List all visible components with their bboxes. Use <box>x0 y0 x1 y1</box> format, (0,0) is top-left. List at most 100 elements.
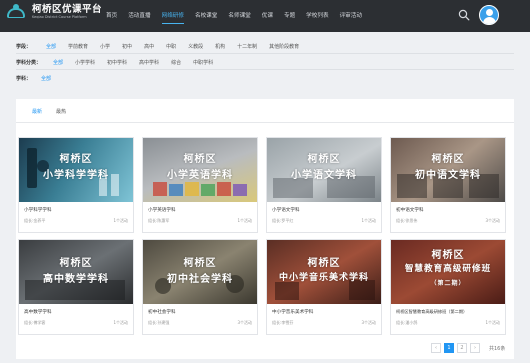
tab-divider <box>16 122 514 123</box>
thumb-title-line1: 柯桥区 <box>431 154 465 165</box>
search-icon[interactable] <box>458 9 470 21</box>
next-page-button[interactable]: › <box>470 343 480 353</box>
activity-count: 1个活动 <box>485 320 500 325</box>
course-thumbnail: 柯桥区 高中数学学科 <box>19 240 133 304</box>
brand-subtitle: Keqiao District Course Platform <box>32 15 87 19</box>
course-thumbnail: 柯桥区 小学英语学科 <box>143 138 257 202</box>
nav-item-online-training[interactable]: 网络研修 <box>161 0 185 32</box>
course-list-panel: 最新 最热 柯桥区 小学科学学科 小学科学学科 组长:金养平 1个活动 柯桥区 … <box>16 99 514 359</box>
course-title[interactable]: 高中数学学科 <box>24 309 52 315</box>
course-thumbnail: 柯桥区 初中社会学科 <box>143 240 257 304</box>
thumb-title-line2: 中小学音乐美术学科 <box>278 273 369 283</box>
thumb-title-line2: 初中社会学科 <box>167 274 233 285</box>
thumb-title-line1: 柯桥区 <box>307 154 341 165</box>
course-card[interactable]: 柯桥区 初中语文学科 初中语文学科 组长:徐思伟 3个活动 <box>390 137 506 233</box>
thumb-title-line2: 小学语文学科 <box>291 170 357 181</box>
discipline-option[interactable]: 全部 <box>41 75 51 82</box>
nav-item-topics[interactable]: 专题 <box>284 0 295 32</box>
course-thumbnail: 柯桥区 小学语文学科 <box>267 138 381 202</box>
platform-logo[interactable]: 柯桥区优课平台 Keqiao District Course Platform <box>6 4 102 20</box>
thumb-title-line1: 柯桥区 <box>59 258 93 269</box>
stage-option[interactable]: 学前教育 <box>68 43 88 50</box>
filter-divider <box>16 53 514 54</box>
course-title[interactable]: 中小学音乐美术学科 <box>272 309 313 315</box>
stage-option[interactable]: 全部 <box>46 43 56 50</box>
thumb-title-line1: 柯桥区 <box>307 258 341 269</box>
course-leader: 组长:潘小鸽 <box>396 320 418 325</box>
course-card[interactable]: 柯桥区 小学英语学科 小学英语学科 组长:陈惠军 1个活动 <box>142 137 258 233</box>
subject-filter-label: 学科分类： <box>16 59 42 66</box>
course-card[interactable]: 柯桥区 小学语文学科 小学语文学科 组长:罗平红 1个活动 <box>266 137 382 233</box>
course-thumbnail: 柯桥区 中小学音乐美术学科 <box>267 240 381 304</box>
nav-item-review[interactable]: 评审活动 <box>340 0 362 32</box>
course-thumbnail: 柯桥区 智慧教育高级研修班 （第二期） <box>391 240 505 304</box>
stage-option[interactable]: 中职 <box>166 43 176 50</box>
main-nav: 首页 活动直播 网络研修 名校课堂 名师课堂 优课 专题 学校列表 评审活动 <box>106 0 373 32</box>
top-navigation-bar: 柯桥区优课平台 Keqiao District Course Platform … <box>0 0 530 32</box>
stage-option[interactable]: 高中 <box>144 43 154 50</box>
discipline-filter-row: 学科： 全部 <box>16 72 63 84</box>
course-title[interactable]: 柯桥区智慧教育高级研修班（第二期） <box>396 309 467 315</box>
thumb-title-line1: 柯桥区 <box>183 258 217 269</box>
activity-count: 1个活动 <box>113 320 128 325</box>
stage-option[interactable]: 初中 <box>122 43 132 50</box>
nav-item-famous-school[interactable]: 名校课堂 <box>195 0 217 32</box>
thumb-title-line3: （第二期） <box>430 280 466 287</box>
course-leader: 组长:金养平 <box>24 218 46 223</box>
subject-option[interactable]: 中职学科 <box>193 59 213 66</box>
page-button-2[interactable]: 2 <box>457 343 467 353</box>
activity-count: 1个活动 <box>237 218 252 223</box>
course-leader: 组长:陈惠军 <box>148 218 170 223</box>
activity-count: 1个活动 <box>361 218 376 223</box>
course-leader: 组长:徐思伟 <box>396 218 418 223</box>
activity-count: 1个活动 <box>113 218 128 223</box>
course-title[interactable]: 小学科学学科 <box>24 207 52 213</box>
course-thumbnail: 柯桥区 初中语文学科 <box>391 138 505 202</box>
stage-filter-row: 学段： 全部 学前教育 小学 初中 高中 中职 义教段 机构 十二年制 其他阶段… <box>16 40 311 52</box>
nav-item-school-list[interactable]: 学校列表 <box>306 0 328 32</box>
stage-option[interactable]: 义教段 <box>188 43 203 50</box>
course-card[interactable]: 柯桥区 高中数学学科 高中数学学科 组长:傅学客 1个活动 <box>18 239 134 335</box>
activity-count: 3个活动 <box>485 218 500 223</box>
tab-latest[interactable]: 最新 <box>32 107 42 117</box>
course-title[interactable]: 小学语文学科 <box>272 207 300 213</box>
filter-divider <box>16 69 514 70</box>
subject-option[interactable]: 全部 <box>53 59 63 66</box>
course-title[interactable]: 初中语文学科 <box>396 207 424 213</box>
nav-item-famous-teacher[interactable]: 名师课堂 <box>228 0 250 32</box>
course-leader: 组长:孙建强 <box>148 320 170 325</box>
thumb-title-line2: 小学科学学科 <box>43 170 109 181</box>
subject-option[interactable]: 小学学科 <box>75 59 95 66</box>
activity-count: 3个活动 <box>237 320 252 325</box>
course-leader: 组长:罗平红 <box>272 218 294 223</box>
nav-item-live[interactable]: 活动直播 <box>128 0 150 32</box>
subject-option[interactable]: 高中学科 <box>139 59 159 66</box>
filter-panel: 学段： 全部 学前教育 小学 初中 高中 中职 义教段 机构 十二年制 其他阶段… <box>16 36 514 88</box>
stage-option[interactable]: 十二年制 <box>237 43 257 50</box>
course-title[interactable]: 小学英语学科 <box>148 207 176 213</box>
course-thumbnail: 柯桥区 小学科学学科 <box>19 138 133 202</box>
page-button-1[interactable]: 1 <box>444 343 454 353</box>
thumb-title-line2: 智慧教育高级研修班 <box>404 264 492 274</box>
stage-option[interactable]: 小学 <box>100 43 110 50</box>
course-title[interactable]: 初中社会学科 <box>148 309 176 315</box>
stage-option[interactable]: 其他阶段教育 <box>269 43 299 50</box>
nav-item-quality-course[interactable]: 优课 <box>262 0 273 32</box>
course-card[interactable]: 柯桥区 智慧教育高级研修班 （第二期） 柯桥区智慧教育高级研修班（第二期） 组长… <box>390 239 506 335</box>
pagination: ‹ 1 2 › 共16条 <box>431 343 505 353</box>
brand-title: 柯桥区优课平台 <box>32 4 103 15</box>
course-card[interactable]: 柯桥区 初中社会学科 初中社会学科 组长:孙建强 3个活动 <box>142 239 258 335</box>
user-avatar-icon[interactable] <box>479 5 499 25</box>
sort-tabs: 最新 最热 <box>32 107 80 117</box>
stage-option[interactable]: 机构 <box>215 43 225 50</box>
subject-option[interactable]: 综合 <box>171 59 181 66</box>
total-count: 共16条 <box>489 345 506 352</box>
subject-option[interactable]: 初中学科 <box>107 59 127 66</box>
tab-hottest[interactable]: 最热 <box>56 107 66 117</box>
course-card[interactable]: 柯桥区 中小学音乐美术学科 中小学音乐美术学科 组长:李雪芬 3个活动 <box>266 239 382 335</box>
course-card[interactable]: 柯桥区 小学科学学科 小学科学学科 组长:金养平 1个活动 <box>18 137 134 233</box>
subject-filter-row: 学科分类： 全部 小学学科 初中学科 高中学科 综合 中职学科 <box>16 56 225 68</box>
thumb-title-line1: 柯桥区 <box>431 250 465 261</box>
prev-page-button[interactable]: ‹ <box>431 343 441 353</box>
nav-item-home[interactable]: 首页 <box>106 0 117 32</box>
